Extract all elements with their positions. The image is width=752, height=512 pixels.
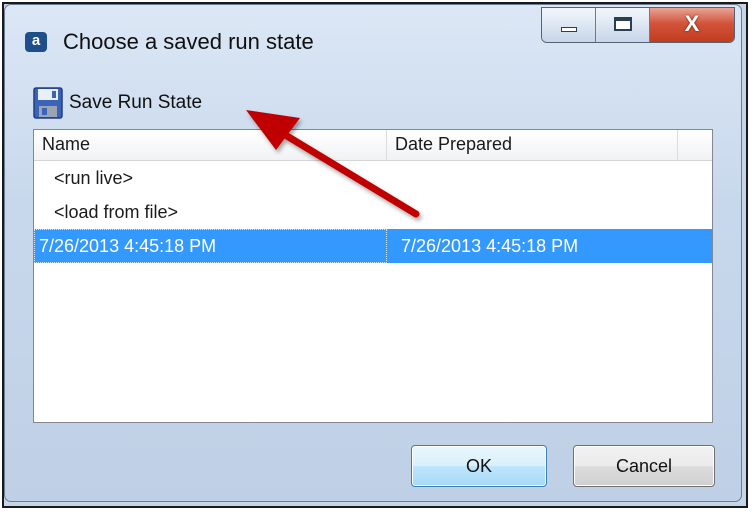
close-button[interactable]: X [650,8,734,42]
run-state-list[interactable]: Name Date Prepared <run live> <load from… [33,129,713,423]
ok-button[interactable]: OK [411,445,547,487]
cancel-button[interactable]: Cancel [573,445,715,487]
dialog-window: a Choose a saved run state X Save Run St… [4,4,742,502]
floppy-disk-icon [33,87,63,119]
list-item-name: <run live> [54,167,134,188]
list-item-name: <load from file> [54,201,179,222]
column-header-name[interactable]: Name [34,130,387,160]
list-item-date: 7/26/2013 4:45:18 PM [401,235,579,256]
close-icon: X [684,11,700,36]
save-run-state-button[interactable]: Save Run State [33,85,202,121]
column-header-filler [678,130,712,160]
minimize-icon [561,27,577,32]
maximize-button[interactable] [596,8,650,42]
caption-buttons: X [541,7,735,43]
toolbar: Save Run State [33,85,202,121]
minimize-button[interactable] [542,8,596,42]
list-item-saved-state-selected[interactable]: 7/26/2013 4:45:18 PM 7/26/2013 4:45:18 P… [34,229,712,263]
window-title: Choose a saved run state [63,29,314,54]
maximize-icon [614,17,632,31]
app-icon: a [25,32,47,52]
list-header: Name Date Prepared [34,130,712,161]
save-run-state-label: Save Run State [69,92,203,113]
list-item-run-live[interactable]: <run live> [34,161,712,195]
column-header-date-prepared[interactable]: Date Prepared [387,130,678,160]
list-item-name: 7/26/2013 4:45:18 PM [34,229,387,263]
title-bar[interactable]: a Choose a saved run state X [5,5,741,71]
list-item-load-from-file[interactable]: <load from file> [34,195,712,229]
